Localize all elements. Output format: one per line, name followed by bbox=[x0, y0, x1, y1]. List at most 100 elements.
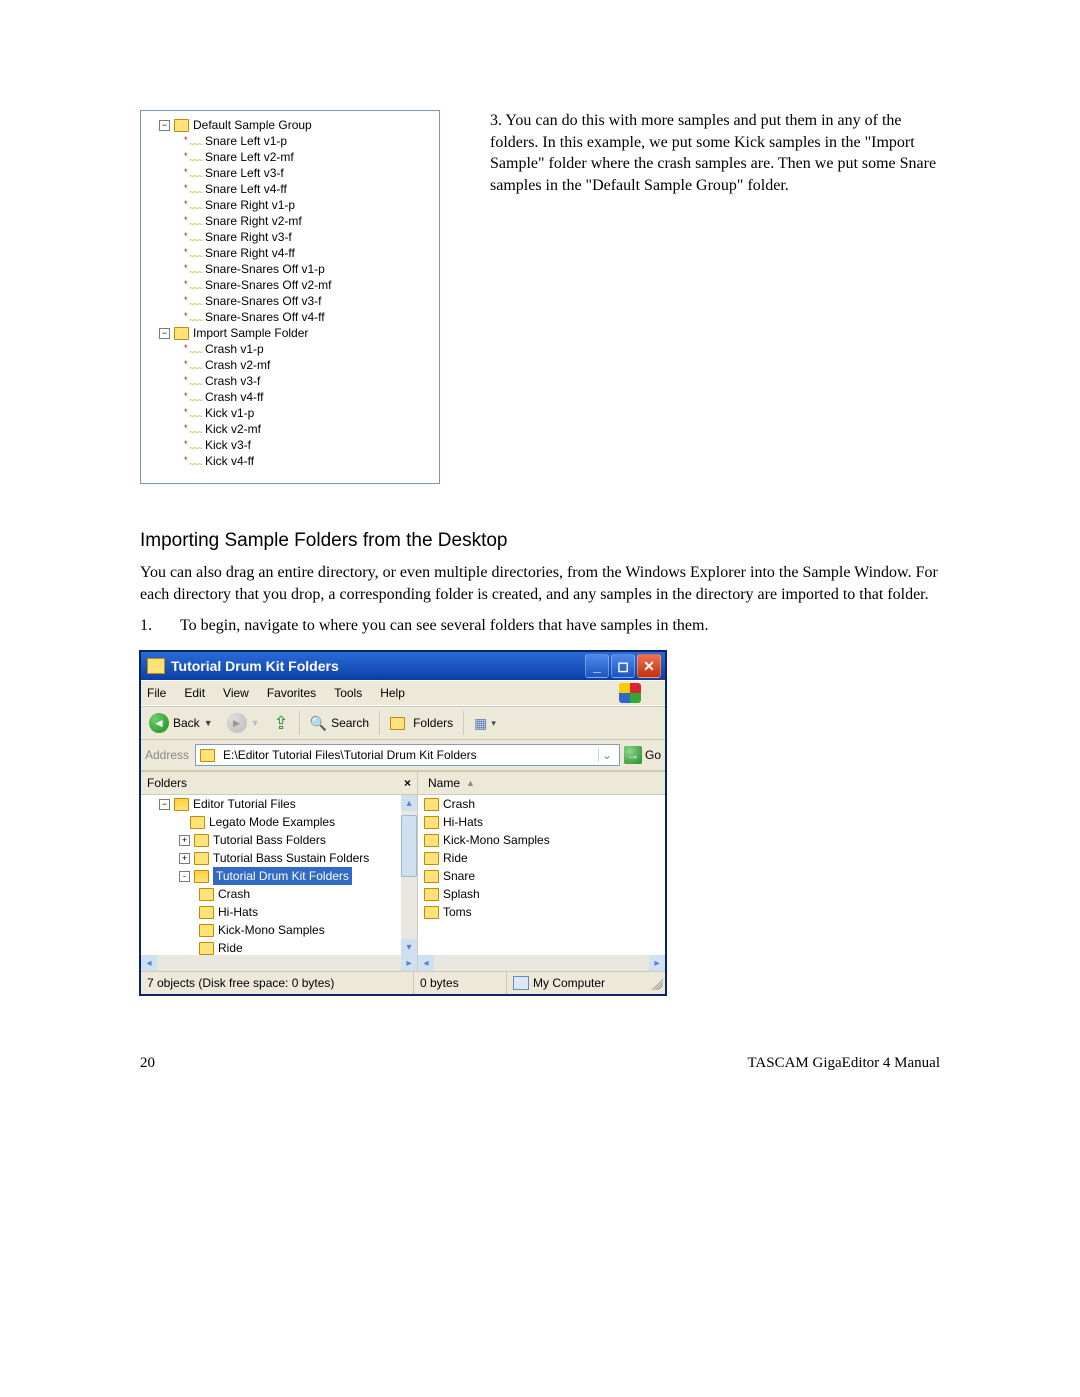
sample-item[interactable]: ~~~Kick v1-p bbox=[145, 405, 435, 421]
wav-sample-icon: ~~~ bbox=[189, 440, 201, 450]
window-folder-icon bbox=[147, 658, 165, 674]
views-icon: ▦ bbox=[474, 715, 487, 732]
dropdown-arrow-icon: ▼ bbox=[204, 718, 213, 728]
collapse-icon[interactable]: − bbox=[159, 120, 170, 131]
tree-item[interactable]: Hi-Hats bbox=[218, 903, 258, 921]
close-button[interactable]: ✕ bbox=[637, 654, 661, 678]
sample-item[interactable]: ~~~Kick v4-ff bbox=[145, 453, 435, 469]
menu-bar: File Edit View Favorites Tools Help bbox=[141, 680, 665, 706]
sample-item[interactable]: ~~~Snare-Snares Off v3-f bbox=[145, 293, 435, 309]
sample-item[interactable]: ~~~Snare Right v3-f bbox=[145, 229, 435, 245]
scroll-right-icon[interactable]: ▸ bbox=[649, 955, 665, 971]
sample-item[interactable]: ~~~Snare Right v1-p bbox=[145, 197, 435, 213]
address-dropdown-icon[interactable]: ⌄ bbox=[598, 748, 615, 762]
menu-favorites[interactable]: Favorites bbox=[267, 686, 316, 700]
tree-item[interactable]: Tutorial Bass Sustain Folders bbox=[213, 849, 369, 867]
sample-item[interactable]: ~~~Snare Left v3-f bbox=[145, 165, 435, 181]
menu-edit[interactable]: Edit bbox=[184, 686, 205, 700]
list-item[interactable]: Snare bbox=[418, 867, 665, 885]
toolbar-separator bbox=[299, 711, 300, 735]
folders-button[interactable]: Folders bbox=[386, 714, 457, 732]
minimize-button[interactable]: _ bbox=[585, 654, 609, 678]
collapse-icon[interactable]: − bbox=[159, 799, 170, 810]
sample-item[interactable]: ~~~Kick v3-f bbox=[145, 437, 435, 453]
list-item[interactable]: Splash bbox=[418, 885, 665, 903]
wav-sample-icon: ~~~ bbox=[189, 232, 201, 242]
column-header[interactable]: Name ▲ bbox=[418, 772, 665, 795]
tree-item[interactable]: Editor Tutorial Files bbox=[193, 795, 296, 813]
sample-item[interactable]: ~~~Snare-Snares Off v2-mf bbox=[145, 277, 435, 293]
list-item[interactable]: Hi-Hats bbox=[418, 813, 665, 831]
my-computer-icon bbox=[513, 976, 529, 990]
folder-tree[interactable]: − Editor Tutorial Files Legato Mode Exam… bbox=[141, 795, 417, 955]
explorer-window: Tutorial Drum Kit Folders _ ◻ ✕ File Edi… bbox=[140, 651, 666, 995]
tree-folder-label[interactable]: Import Sample Folder bbox=[193, 325, 308, 341]
expand-icon[interactable]: + bbox=[179, 853, 190, 864]
menu-help[interactable]: Help bbox=[380, 686, 405, 700]
wav-sample-icon: ~~~ bbox=[189, 296, 201, 306]
resize-grip-icon[interactable] bbox=[649, 976, 663, 990]
sample-item[interactable]: ~~~Crash v1-p bbox=[145, 341, 435, 357]
tree-item[interactable]: Kick-Mono Samples bbox=[218, 921, 325, 939]
tree-folder-label[interactable]: Default Sample Group bbox=[193, 117, 312, 133]
forward-button[interactable]: ► ▼ bbox=[223, 711, 264, 735]
scroll-up-icon[interactable]: ▴ bbox=[401, 795, 417, 811]
sample-item[interactable]: ~~~Snare-Snares Off v1-p bbox=[145, 261, 435, 277]
wav-sample-icon: ~~~ bbox=[189, 424, 201, 434]
folder-icon bbox=[424, 906, 439, 919]
list-item[interactable]: Ride bbox=[418, 849, 665, 867]
address-input[interactable]: E:\Editor Tutorial Files\Tutorial Drum K… bbox=[195, 744, 620, 766]
tree-item[interactable]: Crash bbox=[218, 885, 250, 903]
go-button[interactable]: → Go bbox=[624, 746, 661, 764]
tree-item[interactable]: Legato Mode Examples bbox=[209, 813, 335, 831]
sample-item[interactable]: ~~~Snare Right v2-mf bbox=[145, 213, 435, 229]
sample-item[interactable]: ~~~Snare Left v2-mf bbox=[145, 149, 435, 165]
horizontal-scrollbar[interactable]: ◂ ▸ bbox=[418, 955, 665, 971]
folder-open-icon bbox=[174, 798, 189, 811]
wav-sample-icon: ~~~ bbox=[189, 216, 201, 226]
go-arrow-icon: → bbox=[624, 746, 642, 764]
menu-view[interactable]: View bbox=[223, 686, 249, 700]
sample-item[interactable]: ~~~Snare-Snares Off v4-ff bbox=[145, 309, 435, 325]
list-item[interactable]: Kick-Mono Samples bbox=[418, 831, 665, 849]
sample-item[interactable]: ~~~Crash v3-f bbox=[145, 373, 435, 389]
vertical-scrollbar[interactable]: ▴ ▾ bbox=[401, 795, 417, 955]
scroll-left-icon[interactable]: ◂ bbox=[418, 955, 434, 971]
menu-file[interactable]: File bbox=[147, 686, 166, 700]
sample-item[interactable]: ~~~Snare Left v1-p bbox=[145, 133, 435, 149]
collapse-icon[interactable]: − bbox=[159, 328, 170, 339]
scroll-right-icon[interactable]: ▸ bbox=[401, 955, 417, 971]
list-item[interactable]: Crash bbox=[418, 795, 665, 813]
title-bar[interactable]: Tutorial Drum Kit Folders _ ◻ ✕ bbox=[141, 652, 665, 680]
search-button[interactable]: 🔍 Search bbox=[306, 713, 373, 734]
tree-item[interactable]: Ride bbox=[218, 939, 243, 955]
up-button[interactable]: ⇪ bbox=[270, 711, 293, 736]
wav-sample-icon: ~~~ bbox=[189, 280, 201, 290]
scroll-thumb[interactable] bbox=[401, 815, 417, 877]
close-pane-icon[interactable]: × bbox=[404, 776, 411, 790]
wav-sample-icon: ~~~ bbox=[189, 312, 201, 322]
maximize-button[interactable]: ◻ bbox=[611, 654, 635, 678]
scroll-left-icon[interactable]: ◂ bbox=[141, 955, 157, 971]
views-button[interactable]: ▦ ▾ bbox=[470, 713, 500, 734]
sample-item[interactable]: ~~~Crash v4-ff bbox=[145, 389, 435, 405]
menu-tools[interactable]: Tools bbox=[334, 686, 362, 700]
folder-open-icon bbox=[194, 870, 209, 883]
scroll-down-icon[interactable]: ▾ bbox=[401, 939, 417, 955]
expand-icon[interactable]: - bbox=[179, 871, 190, 882]
tree-item[interactable]: Tutorial Bass Folders bbox=[213, 831, 326, 849]
sample-item[interactable]: ~~~Snare Left v4-ff bbox=[145, 181, 435, 197]
wav-sample-icon: ~~~ bbox=[189, 456, 201, 466]
page-number: 20 bbox=[140, 1055, 155, 1072]
sort-asc-icon: ▲ bbox=[466, 778, 475, 788]
sample-item[interactable]: ~~~Kick v2-mf bbox=[145, 421, 435, 437]
step-number: 1. bbox=[140, 617, 180, 635]
file-list[interactable]: CrashHi-HatsKick-Mono SamplesRideSnareSp… bbox=[418, 795, 665, 955]
list-item[interactable]: Toms bbox=[418, 903, 665, 921]
expand-icon[interactable]: + bbox=[179, 835, 190, 846]
horizontal-scrollbar[interactable]: ◂ ▸ bbox=[141, 955, 417, 971]
tree-item[interactable]: Tutorial Drum Kit Folders bbox=[213, 867, 352, 885]
sample-item[interactable]: ~~~Snare Right v4-ff bbox=[145, 245, 435, 261]
back-button[interactable]: ◄ Back ▼ bbox=[145, 711, 217, 735]
sample-item[interactable]: ~~~Crash v2-mf bbox=[145, 357, 435, 373]
